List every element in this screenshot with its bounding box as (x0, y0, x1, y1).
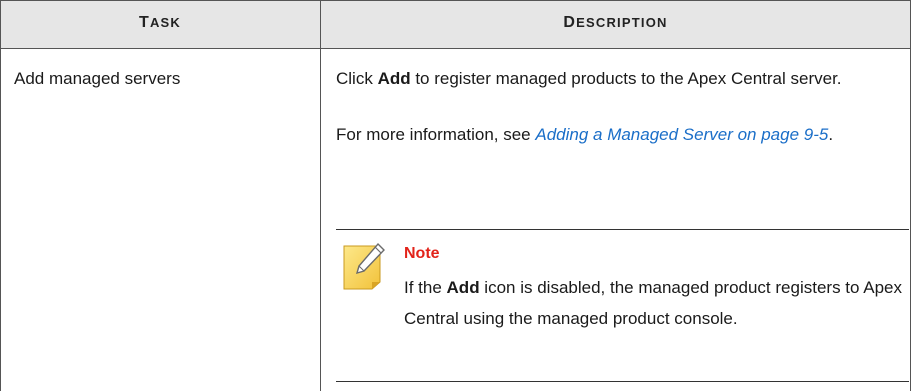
para2-suffix: . (828, 125, 834, 144)
table-left-border (0, 0, 1, 391)
table-top-border (0, 0, 911, 1)
note-suffix: icon is disabled, the managed product re… (404, 278, 902, 328)
header-task: TASK (0, 14, 320, 32)
description-paragraph: Click Add to register managed products t… (336, 66, 896, 91)
note-body: If the Add icon is disabled, the managed… (404, 272, 904, 334)
header-description-first: D (563, 14, 577, 31)
header-description: DESCRIPTION (321, 14, 910, 32)
note-prefix: If the (404, 278, 447, 297)
task-cell: Add managed servers (14, 69, 181, 88)
note-bottom-rule (336, 381, 909, 382)
column-divider (320, 0, 321, 391)
header-description-rest: ESCRIPTION (576, 15, 668, 30)
para1-prefix: Click (336, 69, 378, 88)
header-task-first: T (138, 14, 150, 31)
note-add-term: Add (446, 278, 480, 297)
note-top-rule (336, 229, 909, 230)
more-info-paragraph: For more information, see Adding a Manag… (336, 122, 896, 147)
note-pencil-icon (343, 242, 385, 290)
note-title: Note (404, 245, 440, 262)
add-term: Add (377, 69, 411, 88)
adding-managed-server-link[interactable]: Adding a Managed Server on page 9-5 (535, 125, 828, 144)
task-description-table: TASK DESCRIPTION Add managed servers Cli… (0, 0, 911, 391)
header-task-rest: ASK (149, 15, 182, 30)
para1-suffix: to register managed products to the Apex… (410, 69, 842, 88)
para2-prefix: For more information, see (336, 125, 536, 144)
